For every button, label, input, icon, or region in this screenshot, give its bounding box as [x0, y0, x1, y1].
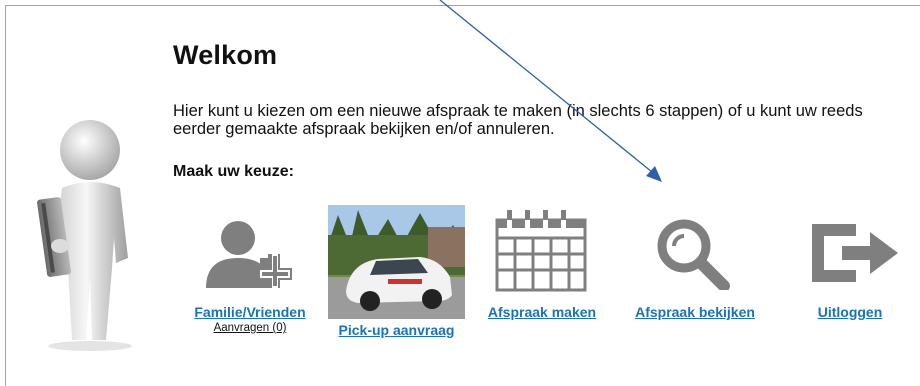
annotation-arrow: [439, 0, 662, 182]
